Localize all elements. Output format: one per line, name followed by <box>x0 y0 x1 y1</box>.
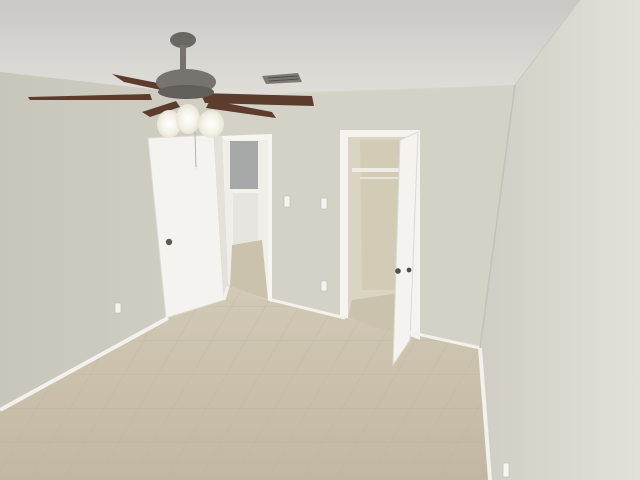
door-knob <box>165 238 173 246</box>
light-switch-1 <box>283 195 291 208</box>
bedroom-photo <box>0 0 640 480</box>
fan-motor-band <box>158 85 214 99</box>
bedroom-scene <box>0 0 640 480</box>
light-bulb-3 <box>198 110 224 138</box>
hallway-counter <box>233 190 258 244</box>
fan-downrod <box>180 45 186 71</box>
closet-door-knob-back <box>406 267 412 273</box>
hallway-counter-top <box>233 189 260 193</box>
closet-door-knob <box>395 268 401 274</box>
pull-chain-end <box>194 167 198 171</box>
hallway-wall-dark <box>230 141 258 189</box>
light-bulb-2 <box>176 104 200 134</box>
outlet-right-wall <box>502 462 510 478</box>
outlet-left-wall <box>114 302 122 314</box>
light-switch-2 <box>320 197 328 210</box>
outlet-back-wall <box>320 280 328 292</box>
